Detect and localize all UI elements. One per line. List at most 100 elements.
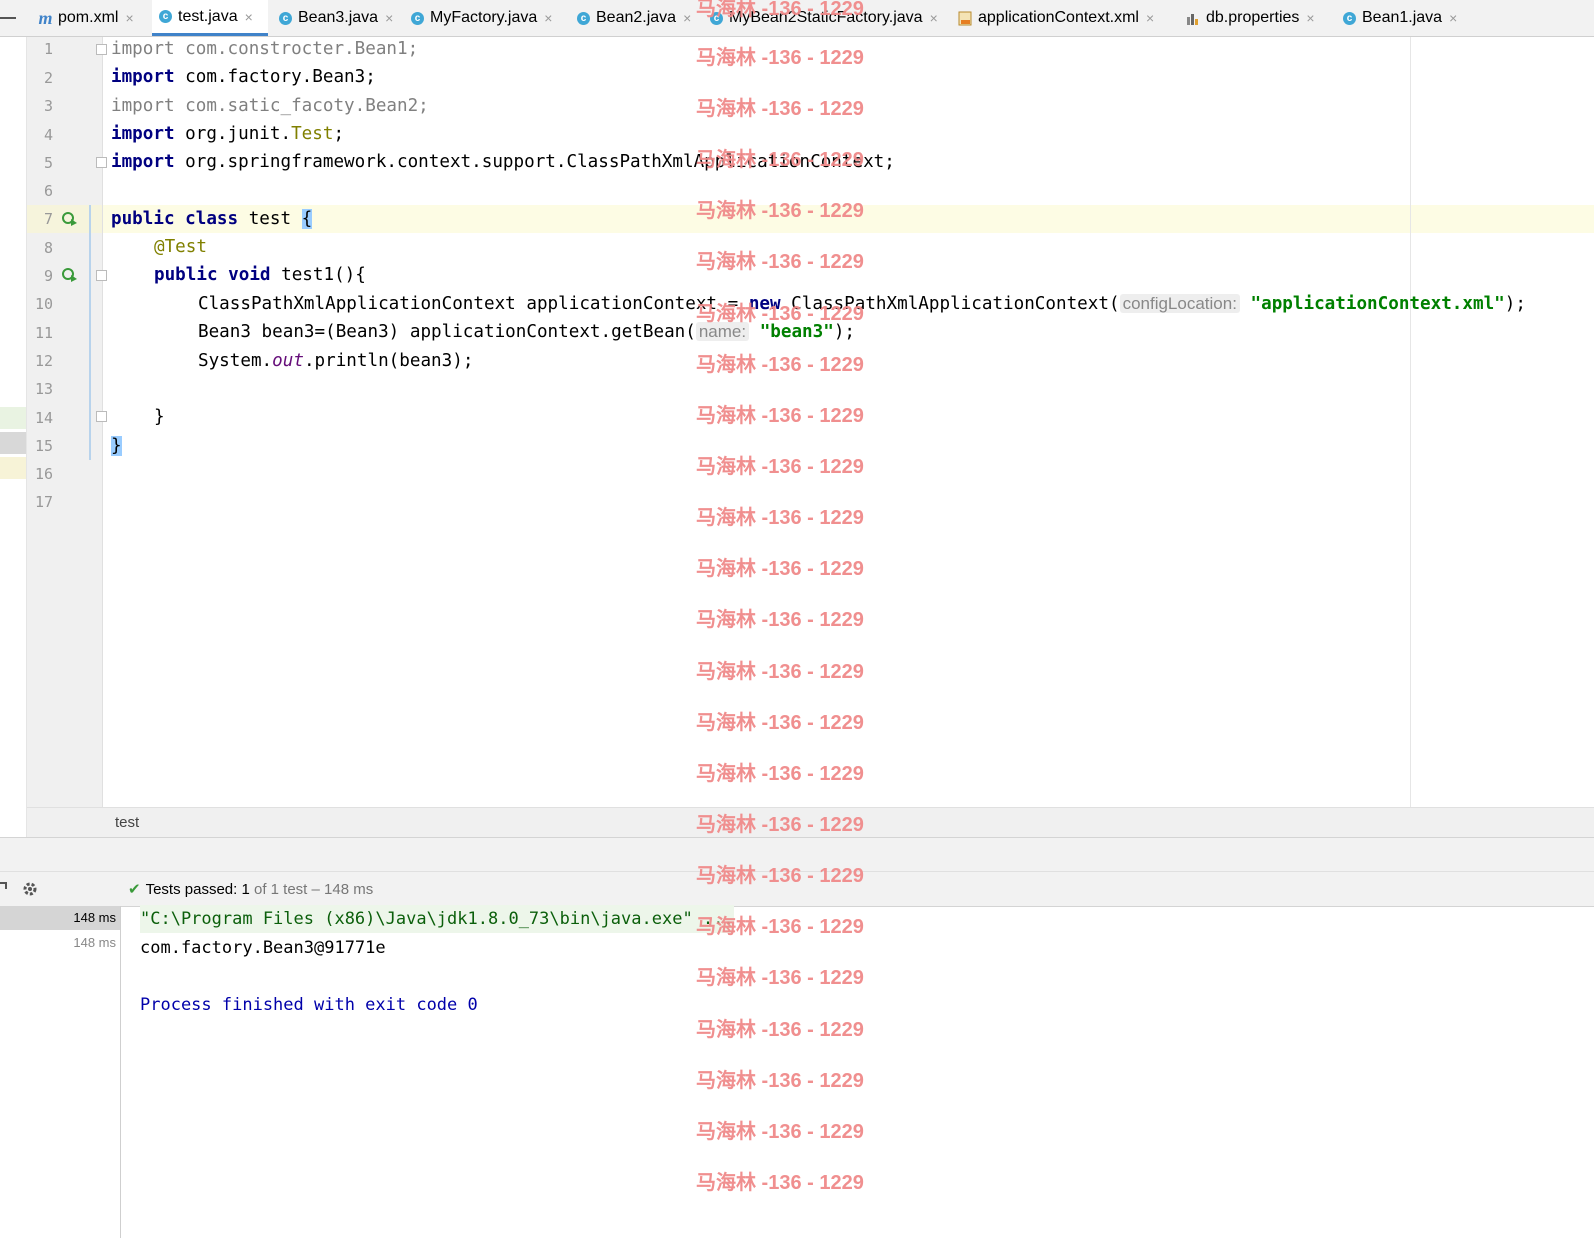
- watermark-text: 马海林 -136 - 1229: [696, 354, 864, 376]
- tab-bean1-java[interactable]: c Bean1.java ×: [1336, 0, 1466, 36]
- watermark-text: 马海林 -136 - 1229: [696, 98, 864, 120]
- tab-pom-xml[interactable]: m pom.xml ×: [32, 0, 150, 36]
- watermark-text: 马海林 -136 - 1229: [696, 251, 864, 273]
- line-number: 11: [34, 324, 53, 342]
- watermark-text: 马海林 -136 - 1229: [696, 609, 864, 631]
- breadcrumb-item-test[interactable]: test: [115, 814, 139, 831]
- watermark-text: 马海林 -136 - 1229: [696, 661, 864, 683]
- console-command-line: "C:\Program Files (x86)\Java\jdk1.8.0_73…: [140, 905, 734, 933]
- run-test-icon[interactable]: [62, 267, 78, 283]
- java-class-icon: c: [278, 11, 293, 26]
- scope-indicator: [89, 205, 91, 460]
- line-number: 16: [34, 465, 53, 483]
- code-line-12: System.out.println(bean3);: [198, 351, 474, 371]
- tab-label: db.properties: [1206, 9, 1300, 26]
- line-number: 8: [43, 239, 53, 257]
- watermark-text: 马海林 -136 - 1229: [696, 303, 864, 325]
- tab-label: Bean1.java: [1362, 9, 1443, 26]
- change-marker: [0, 457, 26, 479]
- console-output-line: com.factory.Bean3@91771e: [140, 938, 386, 958]
- code-line-15: }: [111, 432, 122, 460]
- tab-test-java[interactable]: c test.java ×: [152, 0, 268, 36]
- run-test-icon[interactable]: [62, 211, 78, 227]
- console-exit-line: Process finished with exit code 0: [140, 995, 478, 1015]
- test-tree-row[interactable]: 148 ms: [0, 906, 120, 930]
- code-line-3: import com.satic_facoty.Bean2;: [111, 96, 429, 116]
- line-number: 9: [43, 267, 53, 285]
- line-number: 4: [43, 126, 53, 144]
- properties-file-icon: [1186, 11, 1201, 26]
- close-icon[interactable]: ×: [125, 10, 133, 26]
- close-icon[interactable]: ×: [1306, 10, 1314, 26]
- parameter-hint: configLocation:: [1119, 294, 1240, 313]
- tab-label: Bean3.java: [298, 9, 379, 26]
- watermark-text: 马海林 -136 - 1229: [696, 865, 864, 887]
- watermark-text: 马海林 -136 - 1229: [696, 967, 864, 989]
- java-class-icon: c: [1342, 11, 1357, 26]
- java-class-icon: c: [576, 11, 591, 26]
- watermark-text: 马海林 -136 - 1229: [696, 916, 864, 938]
- close-icon[interactable]: ×: [385, 10, 393, 26]
- close-icon[interactable]: ×: [683, 10, 691, 26]
- tab-label: pom.xml: [58, 9, 119, 26]
- gear-icon[interactable]: [21, 880, 39, 898]
- line-number: 3: [43, 97, 53, 115]
- watermark-text: 马海林 -136 - 1229: [696, 200, 864, 222]
- watermark-text: 马海林 -136 - 1229: [696, 47, 864, 69]
- tab-db-properties[interactable]: db.properties ×: [1180, 0, 1332, 36]
- right-margin-guide: [1410, 37, 1411, 807]
- code-line-8: @Test: [154, 237, 207, 257]
- change-marker: [0, 407, 26, 429]
- xml-file-icon: [958, 11, 973, 26]
- line-number: 7: [43, 210, 53, 228]
- test-status: ✔ Tests passed: 1 of 1 test – 148 ms: [128, 881, 374, 898]
- code-line-1: import com.constrocter.Bean1;: [111, 39, 419, 59]
- matched-brace: }: [111, 436, 122, 456]
- close-icon[interactable]: ×: [1146, 10, 1154, 26]
- watermark-text: 马海林 -136 - 1229: [696, 507, 864, 529]
- line-number: 12: [34, 352, 53, 370]
- watermark-text: 马海林 -136 - 1229: [696, 1019, 864, 1041]
- watermark-text: 马海林 -136 - 1229: [696, 814, 864, 836]
- code-line-14: }: [154, 407, 165, 427]
- watermark-text: 马海林 -136 - 1229: [696, 1121, 864, 1143]
- line-number: 14: [34, 409, 53, 427]
- code-line-4: import org.junit.Test;: [111, 124, 345, 144]
- line-number: 6: [43, 182, 53, 200]
- expand-icon[interactable]: [0, 881, 8, 895]
- fold-icon[interactable]: [96, 270, 107, 281]
- fold-icon[interactable]: [96, 157, 107, 168]
- fold-icon[interactable]: [96, 411, 107, 422]
- change-marker: [0, 432, 26, 454]
- watermark-text: 马海林 -136 - 1229: [696, 763, 864, 785]
- line-number: 17: [34, 493, 53, 511]
- tab-bean3-java[interactable]: c Bean3.java ×: [272, 0, 398, 36]
- tab-applicationcontext-xml[interactable]: applicationContext.xml ×: [952, 0, 1177, 36]
- watermark-text: 马海林 -136 - 1229: [696, 0, 864, 20]
- close-icon[interactable]: ×: [930, 10, 938, 26]
- tab-label: applicationContext.xml: [978, 9, 1139, 26]
- watermark-text: 马海林 -136 - 1229: [696, 712, 864, 734]
- collapse-dash-icon[interactable]: [0, 17, 16, 19]
- tab-label: MyFactory.java: [430, 9, 538, 26]
- line-number: 2: [43, 69, 53, 87]
- maven-icon: m: [38, 7, 53, 28]
- test-results-tree[interactable]: 148 ms 148 ms: [0, 906, 121, 1238]
- close-icon[interactable]: ×: [245, 9, 253, 25]
- tab-bean2-java[interactable]: c Bean2.java ×: [570, 0, 700, 36]
- test-tree-row[interactable]: 148 ms: [0, 931, 120, 955]
- watermark-text: 马海林 -136 - 1229: [696, 1172, 864, 1194]
- line-number: 10: [34, 295, 53, 313]
- watermark-text: 马海林 -136 - 1229: [696, 149, 864, 171]
- check-icon: ✔: [128, 881, 141, 898]
- close-icon[interactable]: ×: [1449, 10, 1457, 26]
- code-line-7: public class test {: [111, 209, 313, 229]
- code-line-9: public void test1(){: [154, 265, 366, 285]
- code-line-2: import com.factory.Bean3;: [111, 67, 376, 87]
- java-test-class-icon: c: [158, 9, 173, 24]
- fold-icon[interactable]: [96, 44, 107, 55]
- line-number: 1: [43, 40, 53, 58]
- tab-myfactory-java[interactable]: c MyFactory.java ×: [404, 0, 564, 36]
- tab-label: test.java: [178, 7, 238, 25]
- close-icon[interactable]: ×: [544, 10, 552, 26]
